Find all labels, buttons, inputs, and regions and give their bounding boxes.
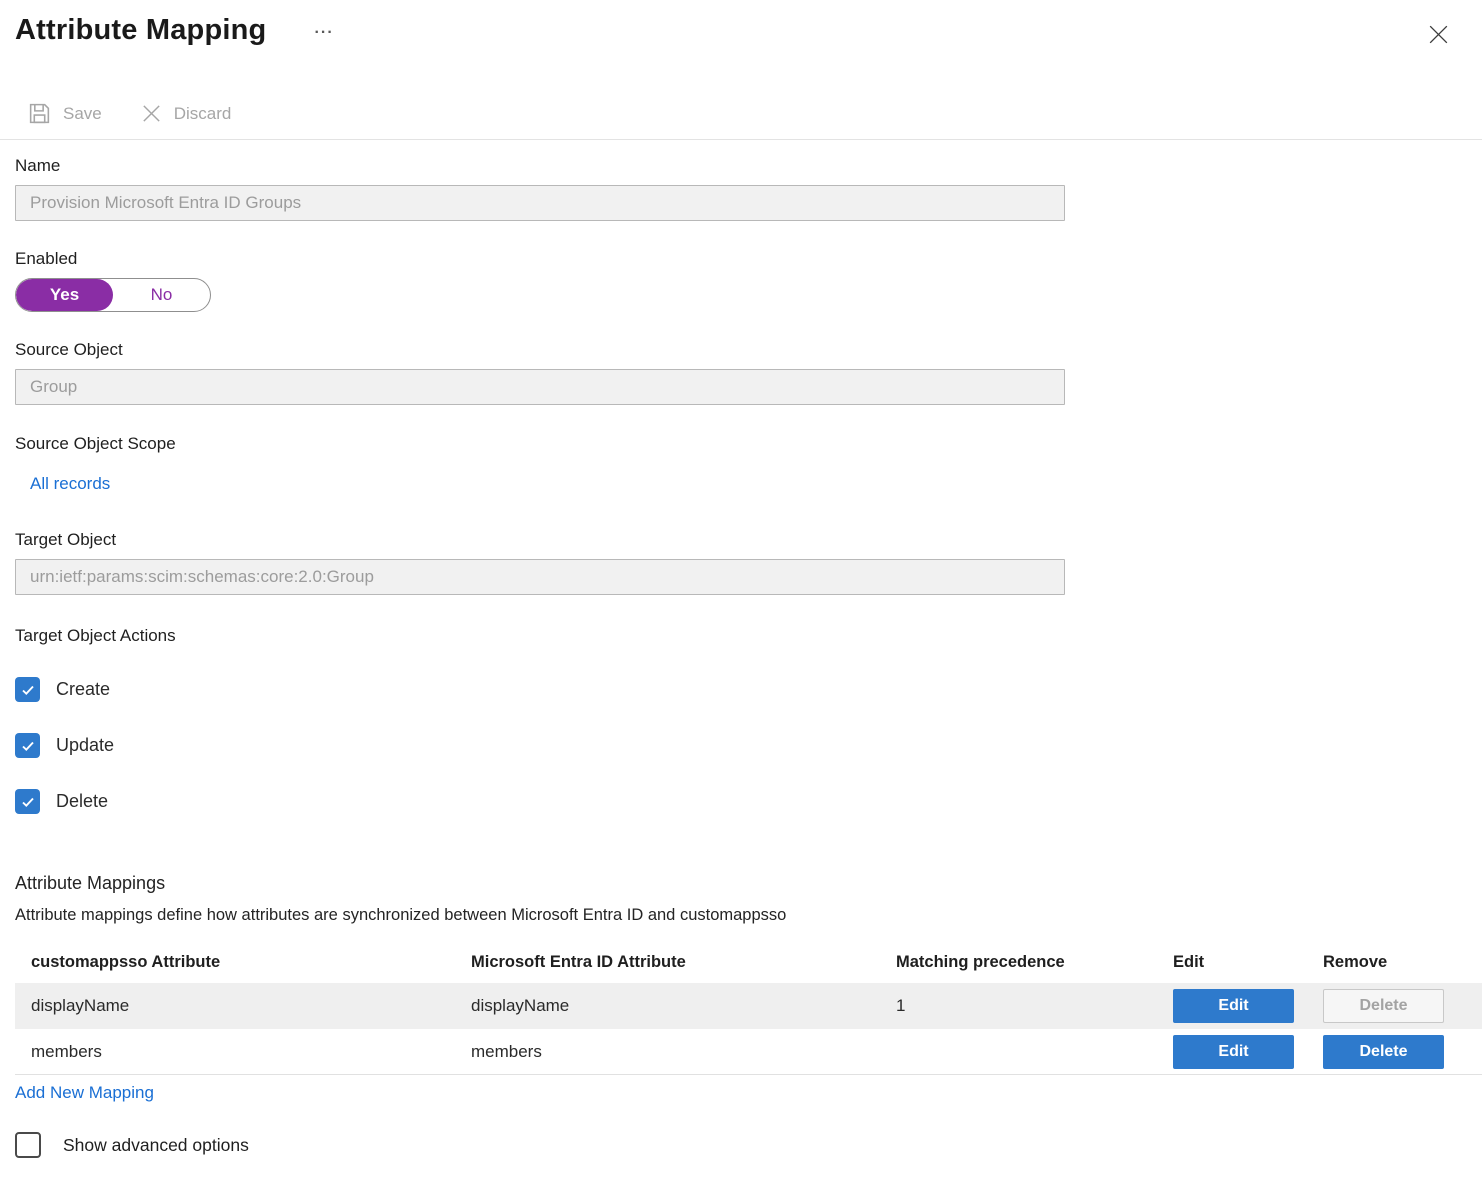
enabled-toggle[interactable]: Yes No xyxy=(15,278,211,312)
checkbox-checked-icon xyxy=(15,677,40,702)
show-advanced-options-label: Show advanced options xyxy=(63,1135,249,1156)
discard-icon xyxy=(140,102,163,125)
edit-mapping-button[interactable]: Edit xyxy=(1173,1035,1294,1069)
cell-matching-precedence: 1 xyxy=(880,996,1157,1016)
add-new-mapping-link[interactable]: Add New Mapping xyxy=(15,1083,154,1103)
cell-attribute: displayName xyxy=(15,996,455,1016)
name-input[interactable] xyxy=(15,185,1065,221)
action-update-checkbox[interactable]: Update xyxy=(15,733,195,758)
name-label: Name xyxy=(15,156,1467,176)
action-create-label: Create xyxy=(56,679,110,700)
target-object-input[interactable] xyxy=(15,559,1065,595)
mappings-table-header: customappsso Attribute Microsoft Entra I… xyxy=(15,941,1482,983)
delete-mapping-button: Delete xyxy=(1323,989,1444,1023)
close-icon[interactable] xyxy=(1422,18,1455,54)
edit-mapping-button[interactable]: Edit xyxy=(1173,989,1294,1023)
save-button[interactable]: Save xyxy=(27,101,102,126)
discard-button[interactable]: Discard xyxy=(140,102,232,125)
discard-label: Discard xyxy=(174,104,232,124)
attribute-mappings-description: Attribute mappings define how attributes… xyxy=(15,906,1467,925)
enabled-toggle-no[interactable]: No xyxy=(113,279,210,311)
checkbox-checked-icon xyxy=(15,733,40,758)
column-header-remove: Remove xyxy=(1307,953,1482,972)
delete-mapping-button[interactable]: Delete xyxy=(1323,1035,1444,1069)
target-object-label: Target Object xyxy=(15,530,1467,550)
enabled-label: Enabled xyxy=(15,249,1467,269)
cell-entra-attribute: members xyxy=(455,1042,880,1062)
checkbox-unchecked-icon xyxy=(15,1132,41,1158)
attribute-mapping-blade: Attribute Mapping ... Save Discard Name xyxy=(0,0,1482,1158)
cell-entra-attribute: displayName xyxy=(455,996,880,1016)
save-icon xyxy=(27,101,52,126)
attribute-mappings-heading: Attribute Mappings xyxy=(15,873,1467,894)
command-toolbar: Save Discard xyxy=(15,101,1467,126)
action-delete-label: Delete xyxy=(56,791,108,812)
toolbar-divider xyxy=(0,139,1482,140)
cell-attribute: members xyxy=(15,1042,455,1062)
all-records-link[interactable]: All records xyxy=(30,474,110,494)
show-advanced-options-checkbox[interactable]: Show advanced options xyxy=(15,1132,315,1158)
column-header-edit: Edit xyxy=(1157,953,1307,972)
action-create-checkbox[interactable]: Create xyxy=(15,677,195,702)
target-object-actions-label: Target Object Actions xyxy=(15,626,1467,646)
blade-header: Attribute Mapping ... xyxy=(15,10,1467,50)
page-title: Attribute Mapping xyxy=(15,10,266,50)
column-header-customappsso-attribute: customappsso Attribute xyxy=(15,953,455,972)
column-header-matching-precedence: Matching precedence xyxy=(880,953,1157,972)
table-row: displayName displayName 1 Edit Delete xyxy=(15,983,1482,1029)
source-object-input[interactable] xyxy=(15,369,1065,405)
source-object-label: Source Object xyxy=(15,340,1467,360)
checkbox-checked-icon xyxy=(15,789,40,814)
column-header-entra-attribute: Microsoft Entra ID Attribute xyxy=(455,953,880,972)
save-label: Save xyxy=(63,104,102,124)
overflow-menu-icon[interactable]: ... xyxy=(314,24,333,34)
source-object-scope-label: Source Object Scope xyxy=(15,434,1467,454)
enabled-toggle-yes[interactable]: Yes xyxy=(16,279,113,311)
action-update-label: Update xyxy=(56,735,114,756)
table-row: members members Edit Delete xyxy=(15,1029,1482,1075)
action-delete-checkbox[interactable]: Delete xyxy=(15,789,195,814)
